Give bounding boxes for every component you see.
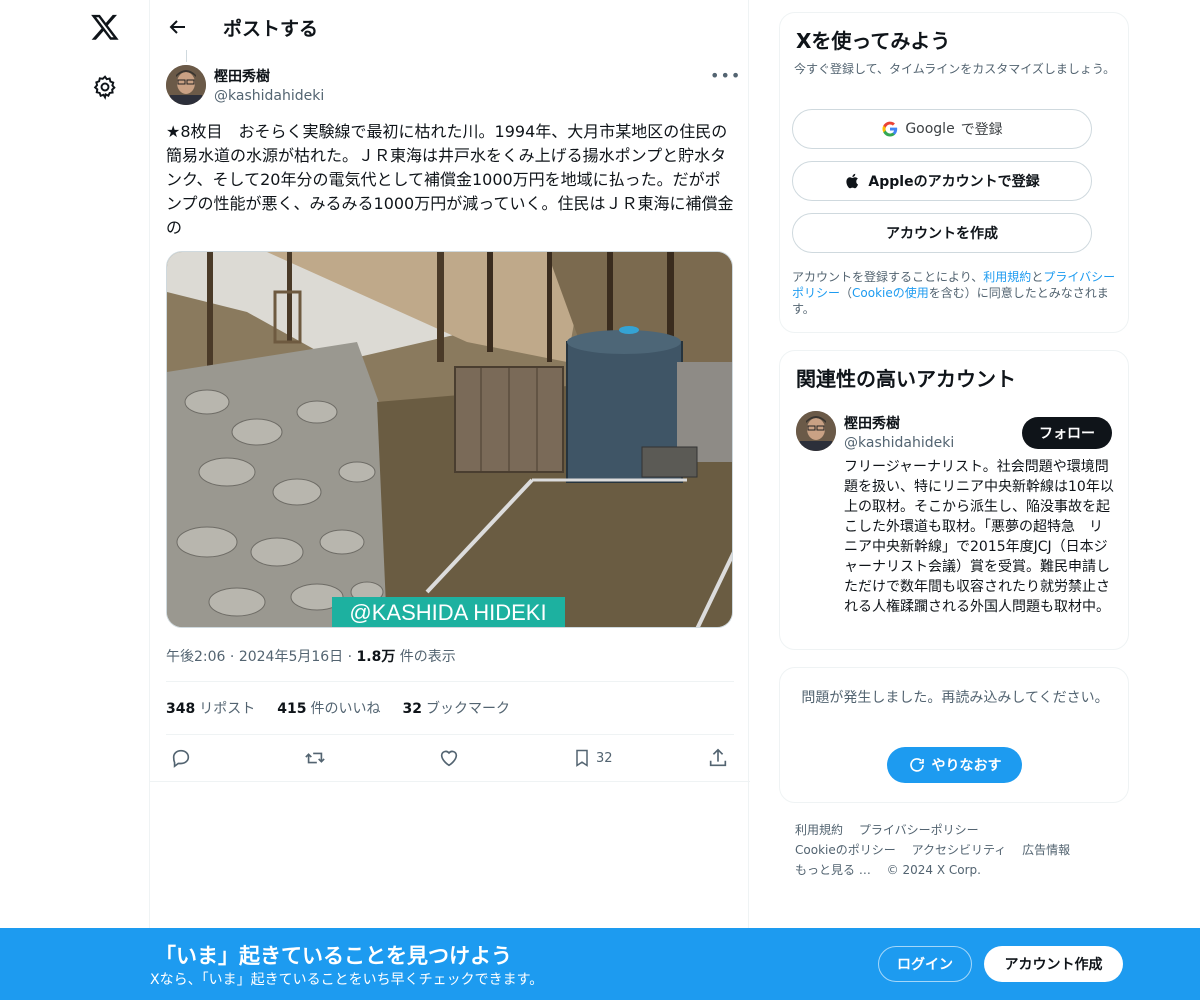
banner-title: 「いま」起きていることを見つけよう — [155, 944, 512, 968]
footer-row: もっと見る … © 2024 X Corp. — [795, 860, 1125, 880]
divider — [150, 781, 750, 782]
bottom-signup-banner: 「いま」起きていることを見つけよう Xなら、「いま」起きていることをいち早くチェ… — [0, 928, 1200, 1000]
footer-link-terms[interactable]: 利用規約 — [795, 823, 843, 837]
reposts-stat[interactable]: 348 リポスト — [166, 698, 255, 718]
related-title: 関連性の高いアカウント — [796, 367, 1016, 391]
signup-card: Xを使ってみよう 今すぐ登録して、タイムラインをカスタマイズしましょう。 Goo… — [779, 12, 1129, 333]
divider — [166, 734, 734, 735]
repost-icon[interactable] — [303, 746, 327, 770]
signup-subtitle: 今すぐ登録して、タイムラインをカスタマイズしましょう。 — [794, 62, 1116, 76]
likes-label: 件のいいね — [310, 701, 381, 717]
main-column: ポストする 樫田秀樹 @kashidahideki ••• ★8枚目 おそらく実… — [149, 0, 750, 1000]
share-icon[interactable] — [707, 746, 729, 770]
google-signup-suffix: で登録 — [960, 122, 1003, 138]
divider — [166, 681, 734, 682]
signup-legal-text: アカウントを登録することにより、利用規約とプライバシーポリシー（Cookieの使… — [792, 269, 1118, 317]
footer-link-cookie[interactable]: Cookieのポリシー — [795, 843, 896, 857]
error-message: 問題が発生しました。再読み込みしてください。 — [801, 690, 1109, 706]
create-account-label: アカウントを作成 — [886, 226, 998, 242]
legal-and: と — [1031, 270, 1044, 284]
legal-prefix: アカウントを登録することにより、 — [792, 270, 984, 284]
google-icon — [882, 121, 898, 137]
image-watermark-text: @KASHIDA HIDEKI — [349, 600, 546, 625]
follow-button[interactable]: フォロー — [1022, 417, 1112, 449]
author-avatar[interactable] — [166, 65, 206, 105]
meta-separator: · — [347, 649, 357, 665]
post-time[interactable]: 午後2:06 — [166, 649, 225, 665]
footer-link-ads[interactable]: 広告情報 — [1022, 843, 1070, 857]
meta-separator: · — [229, 649, 239, 665]
bookmark-button[interactable]: 32 — [572, 746, 613, 770]
bookmark-action-count: 32 — [596, 750, 613, 766]
reply-icon[interactable] — [170, 746, 192, 770]
google-signup-word: Google — [905, 121, 955, 137]
more-options-icon[interactable]: ••• — [710, 66, 740, 85]
footer-link-accessibility[interactable]: アクセシビリティ — [912, 843, 1007, 857]
likes-count: 415 — [277, 701, 307, 717]
terms-link[interactable]: 利用規約 — [983, 270, 1031, 284]
post-date[interactable]: 2024年5月16日 — [239, 649, 343, 665]
retry-button[interactable]: やりなおす — [887, 747, 1022, 783]
views-label: 件の表示 — [399, 649, 456, 665]
footer-copyright: © 2024 X Corp. — [886, 863, 981, 877]
login-button[interactable]: ログイン — [878, 946, 972, 982]
footer-link-more[interactable]: もっと見る … — [795, 863, 871, 877]
cookie-link[interactable]: Cookieの使用 — [852, 286, 929, 300]
author-handle[interactable]: @kashidahideki — [214, 88, 324, 104]
retry-label: やりなおす — [931, 758, 1002, 774]
related-avatar[interactable] — [796, 411, 836, 451]
views-count: 1.8万 — [356, 649, 396, 665]
apple-signup-button[interactable]: Appleのアカウントで登録 — [792, 161, 1092, 201]
left-nav — [60, 0, 150, 1000]
google-signup-button[interactable]: Google で登録 — [792, 109, 1092, 149]
refresh-icon — [909, 758, 924, 772]
bookmarks-label: ブックマーク — [425, 701, 510, 717]
footer-row: Cookieのポリシー アクセシビリティ 広告情報 — [795, 840, 1125, 860]
apple-signup-label: Appleのアカウントで登録 — [868, 174, 1040, 190]
post-stats: 348 リポスト 415 件のいいね 32 ブックマーク — [166, 698, 510, 718]
settings-gear-icon[interactable] — [92, 74, 118, 100]
page-title: ポストする — [223, 18, 319, 40]
create-account-button[interactable]: アカウントを作成 — [792, 213, 1092, 253]
banner-signup-button[interactable]: アカウント作成 — [984, 946, 1123, 982]
related-handle[interactable]: @kashidahideki — [844, 435, 954, 451]
footer-link-privacy[interactable]: プライバシーポリシー — [859, 823, 979, 837]
footer-row: 利用規約 プライバシーポリシー — [795, 820, 1125, 840]
x-logo-icon[interactable] — [90, 12, 120, 42]
apple-icon — [846, 173, 859, 189]
back-arrow-icon[interactable] — [166, 15, 190, 39]
post-image[interactable]: @KASHIDA HIDEKI — [166, 251, 733, 628]
bookmarks-count: 32 — [402, 701, 422, 717]
error-card: 問題が発生しました。再読み込みしてください。 やりなおす — [779, 667, 1129, 803]
author-name[interactable]: 樫田秀樹 — [214, 66, 270, 86]
post-text: ★8枚目 おそらく実験線で最初に枯れた川。1994年、大月市某地区の住民の簡易水… — [166, 122, 734, 237]
related-name[interactable]: 樫田秀樹 — [844, 413, 900, 433]
reposts-label: リポスト — [199, 701, 256, 717]
thread-connector-line — [186, 50, 187, 62]
like-heart-icon[interactable] — [438, 746, 460, 770]
legal-open: （ — [840, 286, 853, 300]
post-actions: 32 — [166, 746, 734, 772]
likes-stat[interactable]: 415 件のいいね — [277, 698, 380, 718]
reposts-count: 348 — [166, 701, 196, 717]
bookmarks-stat[interactable]: 32 ブックマーク — [402, 698, 509, 718]
post-meta: 午後2:06 · 2024年5月16日 · 1.8万 件の表示 — [166, 646, 456, 666]
related-accounts-card: 関連性の高いアカウント 樫田秀樹 @kashidahideki フォロー フリー… — [779, 350, 1129, 650]
banner-subtitle: Xなら、「いま」起きていることをいち早くチェックできます。 — [150, 972, 544, 988]
bookmark-icon — [576, 749, 588, 767]
footer-links: 利用規約 プライバシーポリシー Cookieのポリシー アクセシビリティ 広告情… — [795, 820, 1125, 880]
top-bar: ポストする — [150, 0, 750, 54]
related-bio: フリージャーナリスト。社会問題や環境問題を扱い、特にリニア中央新幹線は10年以上… — [844, 459, 1114, 615]
signup-title: Xを使ってみよう — [796, 29, 951, 53]
